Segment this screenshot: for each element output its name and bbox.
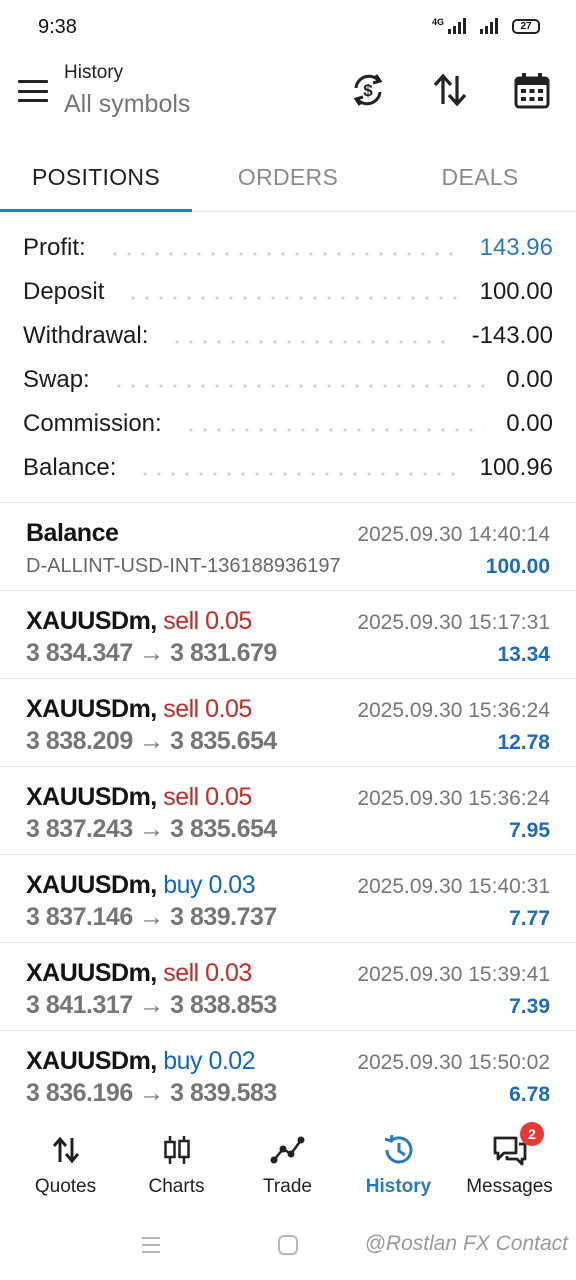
position-row[interactable]: XAUUSDm, sell 0.05 3 834.347 → 3 831.679… <box>0 590 576 678</box>
position-profit: 13.34 <box>497 643 550 666</box>
summary-swap: Swap: 0.00 <box>23 366 553 393</box>
position-symbol: XAUUSDm, <box>26 783 157 811</box>
system-nav-bar: @Rostlan FX Contact <box>0 1212 576 1280</box>
watermark: @Rostlan FX Contact <box>364 1232 568 1255</box>
position-row[interactable]: XAUUSDm, sell 0.03 3 841.317 → 3 838.853… <box>0 942 576 1030</box>
position-prices: 3 837.146 → 3 839.737 <box>26 903 277 931</box>
position-profit: 7.77 <box>509 907 550 930</box>
history-clock-icon <box>384 1134 412 1164</box>
position-time: 2025.09.30 15:39:41 <box>357 963 550 986</box>
position-profit: 12.78 <box>497 731 550 754</box>
position-prices: 3 836.196 → 3 839.583 <box>26 1079 277 1107</box>
summary-deposit: Deposit 100.00 <box>23 278 553 305</box>
currency-exchange-icon[interactable]: $ <box>348 70 388 110</box>
svg-text:$: $ <box>363 81 373 100</box>
positions-list: Balance D-ALLINT-USD-INT-136188936197 20… <box>0 502 576 1118</box>
trade-line-icon <box>270 1136 304 1164</box>
status-icons: 4G 27 <box>432 18 540 34</box>
nav-quotes[interactable]: Quotes <box>8 1110 123 1210</box>
candlestick-icon <box>163 1136 190 1164</box>
leader-dots <box>126 280 458 304</box>
position-time: 2025.09.30 15:17:31 <box>357 611 550 634</box>
position-row[interactable]: XAUUSDm, buy 0.03 3 837.146 → 3 839.737 … <box>0 854 576 942</box>
position-side: buy 0.02 <box>163 1047 256 1075</box>
position-profit: 6.78 <box>509 1083 550 1106</box>
position-row[interactable]: XAUUSDm, sell 0.05 3 838.209 → 3 835.654… <box>0 678 576 766</box>
sort-icon[interactable] <box>430 70 470 110</box>
home-icon[interactable] <box>277 1234 299 1256</box>
tab-positions[interactable]: POSITIONS <box>0 144 192 210</box>
position-prices: 3 837.243 → 3 835.654 <box>26 815 277 843</box>
summary-profit: Profit: 143.96 <box>23 234 553 261</box>
unread-badge: 2 <box>520 1122 544 1146</box>
nav-history[interactable]: History <box>341 1110 456 1210</box>
battery-level: 27 <box>520 20 532 32</box>
leader-dots <box>111 368 485 392</box>
position-prices: 3 841.317 → 3 838.853 <box>26 991 277 1019</box>
position-profit: 7.95 <box>509 819 550 842</box>
balance-time: 2025.09.30 14:40:14 <box>357 523 550 546</box>
tab-orders[interactable]: ORDERS <box>192 144 384 210</box>
position-prices: 3 838.209 → 3 835.654 <box>26 727 277 755</box>
nav-trade[interactable]: Trade <box>230 1110 345 1210</box>
position-profit: 7.39 <box>509 995 550 1018</box>
symbol-filter[interactable]: All symbols <box>64 90 190 119</box>
history-tabs: POSITIONS ORDERS DEALS <box>0 144 576 212</box>
nav-messages[interactable]: 2 Messages <box>452 1110 567 1210</box>
recent-apps-icon[interactable] <box>140 1234 162 1256</box>
menu-icon[interactable] <box>18 80 48 102</box>
page-title: History <box>64 62 124 83</box>
position-side: sell 0.05 <box>163 607 252 635</box>
position-time: 2025.09.30 15:36:24 <box>357 699 550 722</box>
balance-row[interactable]: Balance D-ALLINT-USD-INT-136188936197 20… <box>0 502 576 590</box>
quotes-arrows-icon <box>52 1136 79 1164</box>
position-time: 2025.09.30 15:50:02 <box>357 1051 550 1074</box>
position-symbol: XAUUSDm, <box>26 959 157 987</box>
tab-deals[interactable]: DEALS <box>384 144 576 210</box>
leader-dots <box>138 456 458 480</box>
balance-account: D-ALLINT-USD-INT-136188936197 <box>26 555 341 577</box>
battery-icon: 27 <box>512 18 540 34</box>
position-side: sell 0.05 <box>163 783 252 811</box>
balance-title: Balance <box>26 519 119 547</box>
summary-withdrawal: Withdrawal: -143.00 <box>23 322 553 349</box>
app-bar: History All symbols $ <box>0 54 576 138</box>
summary-panel: Profit: 143.96 Deposit 100.00 Withdrawal… <box>0 226 576 490</box>
position-time: 2025.09.30 15:36:24 <box>357 787 550 810</box>
position-side: sell 0.03 <box>163 959 252 987</box>
position-row[interactable]: XAUUSDm, sell 0.05 3 837.243 → 3 835.654… <box>0 766 576 854</box>
position-symbol: XAUUSDm, <box>26 695 157 723</box>
position-time: 2025.09.30 15:40:31 <box>357 875 550 898</box>
position-symbol: XAUUSDm, <box>26 607 157 635</box>
leader-dots <box>107 236 458 260</box>
calendar-icon[interactable] <box>512 70 552 110</box>
summary-balance: Balance: 100.96 <box>23 454 553 481</box>
position-symbol: XAUUSDm, <box>26 1047 157 1075</box>
nav-charts[interactable]: Charts <box>119 1110 234 1210</box>
position-row[interactable]: XAUUSDm, buy 0.02 3 836.196 → 3 839.583 … <box>0 1030 576 1118</box>
status-bar: 9:38 4G 27 <box>0 0 576 54</box>
status-time: 9:38 <box>38 16 77 38</box>
signal-icon <box>480 18 498 34</box>
leader-dots <box>183 412 485 436</box>
bottom-nav: Quotes Charts Trade History 2 Messages <box>0 1110 576 1210</box>
position-side: buy 0.03 <box>163 871 256 899</box>
summary-commission: Commission: 0.00 <box>23 410 553 437</box>
position-side: sell 0.05 <box>163 695 252 723</box>
balance-amount: 100.00 <box>485 555 550 578</box>
active-tab-indicator <box>0 209 192 212</box>
signal-4g-icon: 4G <box>432 18 466 34</box>
position-prices: 3 834.347 → 3 831.679 <box>26 639 277 667</box>
position-symbol: XAUUSDm, <box>26 871 157 899</box>
leader-dots <box>170 324 450 348</box>
